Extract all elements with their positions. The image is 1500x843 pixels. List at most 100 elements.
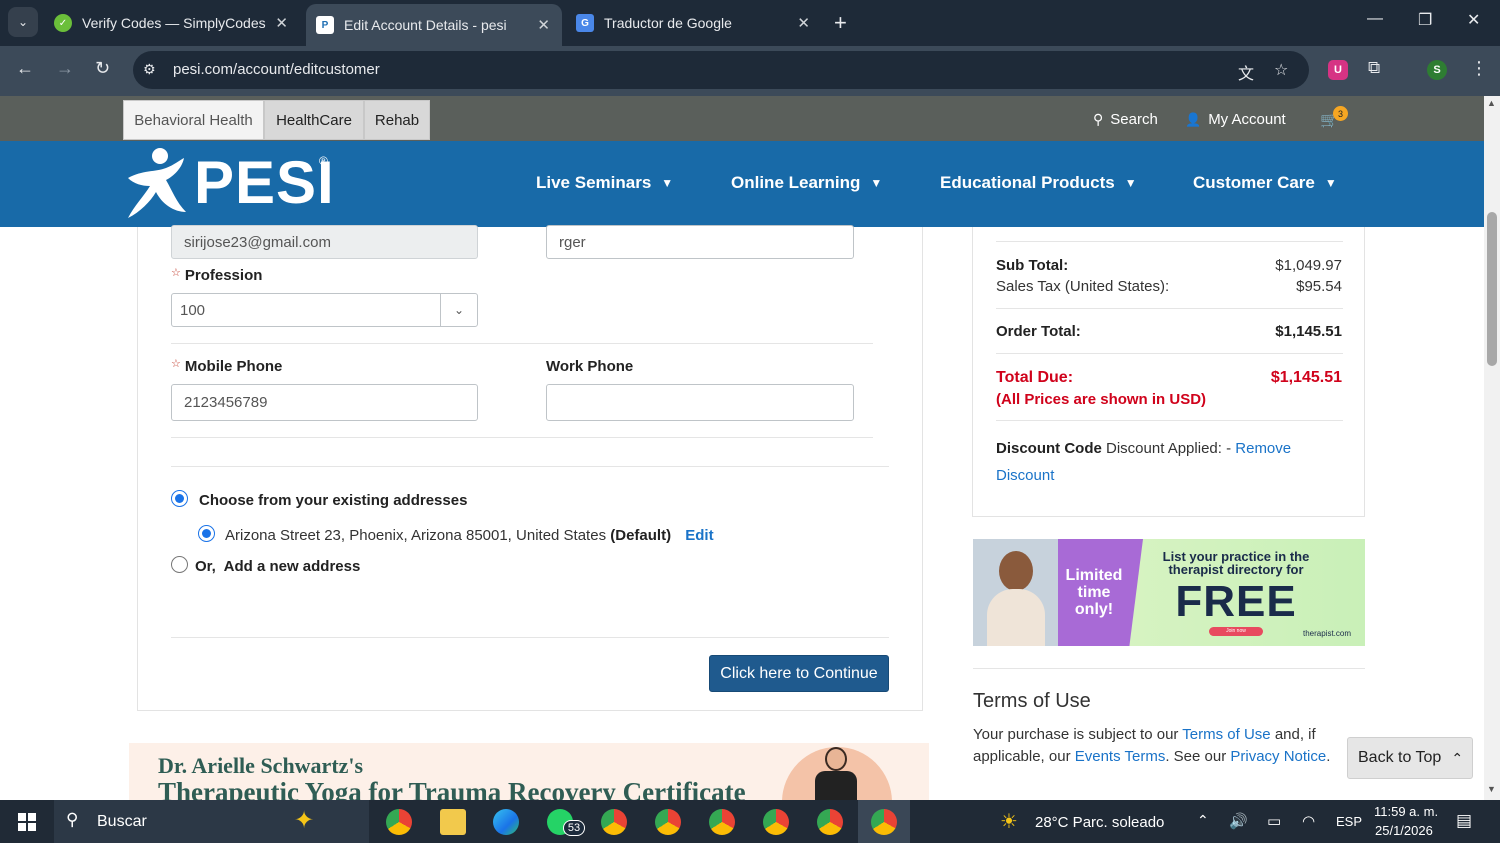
minimize-icon[interactable]: — (1367, 10, 1383, 28)
tab-rehab[interactable]: Rehab (364, 100, 430, 140)
terms-text: Your purchase is subject to our Terms of… (973, 726, 1331, 765)
chrome-profile-icon[interactable] (817, 809, 843, 835)
close-tab-icon[interactable]: ✕ (275, 14, 288, 32)
required-star-icon: ☆ (171, 358, 181, 370)
terms-of-use-link[interactable]: Terms of Use (1182, 726, 1270, 743)
edge-icon[interactable] (493, 809, 519, 835)
close-tab-icon[interactable]: ✕ (797, 14, 810, 32)
chrome-profile-icon[interactable] (709, 809, 735, 835)
extensions-puzzle-icon[interactable]: ⧉ (1368, 58, 1380, 78)
site-settings-icon[interactable]: ⚙ (143, 61, 156, 78)
promo-limited-text: Limited time only! (1065, 567, 1123, 618)
add-new-address-label: Or, Add a new address (195, 558, 361, 575)
clock-date[interactable]: 25/1/2026 (1375, 823, 1433, 838)
divider (171, 437, 873, 438)
continue-button[interactable]: Click here to Continue (709, 655, 889, 692)
forward-arrow-icon[interactable]: → (56, 58, 74, 79)
wifi-icon[interactable]: ◠ (1302, 812, 1315, 830)
translate-icon[interactable]: 文 (1238, 60, 1254, 84)
chrome-icon[interactable] (386, 809, 412, 835)
tab-google-translate[interactable]: G Traductor de Google ✕ (566, 6, 822, 40)
main-navigation: PESI ® Live Seminars ▼ Online Learning ▼ E… (0, 141, 1484, 227)
notifications-icon[interactable]: ▤ (1456, 811, 1472, 831)
nav-online-learning[interactable]: Online Learning ▼ (731, 173, 882, 193)
close-window-icon[interactable]: ✕ (1467, 10, 1480, 30)
new-tab-button[interactable]: + (834, 10, 847, 36)
chrome-profile-icon[interactable] (655, 809, 681, 835)
pesi-logo[interactable]: PESI ® (122, 146, 334, 222)
promo-brand: therapist.com (1303, 629, 1352, 638)
tab-simplycodes[interactable]: ✓ Verify Codes — SimplyCodes ✕ (44, 6, 300, 40)
search-link[interactable]: ⚲ Search (1093, 111, 1158, 128)
tab-edit-account[interactable]: P Edit Account Details - pesi ✕ (306, 4, 562, 46)
chrome-profile-icon[interactable] (871, 809, 897, 835)
chrome-profile-icon[interactable] (601, 809, 627, 835)
edit-address-link[interactable]: Edit (685, 527, 713, 544)
chevron-up-icon[interactable]: ⌃ (1197, 812, 1209, 829)
back-arrow-icon[interactable]: ← (16, 58, 34, 79)
address-radio[interactable] (198, 525, 215, 542)
profession-label: ☆ Profession (171, 267, 263, 284)
windows-start-icon[interactable] (18, 813, 36, 831)
cart-count-badge: 3 (1333, 106, 1348, 121)
address-bar[interactable]: ⚙ pesi.com/account/editcustomer 文 ☆ (133, 51, 1309, 89)
chrome-profile-icon[interactable] (763, 809, 789, 835)
back-to-top-button[interactable]: Back to Top ⌃ (1347, 737, 1473, 779)
browser-tab-bar: ⌄ ✓ Verify Codes — SimplyCodes ✕ P Edit … (0, 0, 1500, 46)
choose-existing-radio[interactable] (171, 490, 188, 507)
url-text: pesi.com/account/editcustomer (173, 61, 380, 78)
mobile-phone-field[interactable]: 2123456789 (171, 384, 478, 421)
banner-title: Therapeutic Yoga for Trauma Recovery Cer… (158, 777, 746, 800)
terms-title: Terms of Use (973, 690, 1091, 712)
bookmark-star-icon[interactable]: ☆ (1274, 60, 1288, 80)
privacy-notice-link[interactable]: Privacy Notice (1230, 748, 1326, 765)
close-tab-icon[interactable]: ✕ (537, 16, 550, 34)
scrollbar-thumb[interactable] (1487, 212, 1497, 366)
weather-text[interactable]: 28°C Parc. soleado (1035, 814, 1164, 831)
mobile-phone-label: ☆ Mobile Phone (171, 358, 283, 375)
text-field[interactable]: rger (546, 225, 854, 259)
divider (171, 466, 889, 467)
restore-icon[interactable]: ❐ (1418, 10, 1432, 30)
nav-live-seminars[interactable]: Live Seminars ▼ (536, 173, 673, 193)
reload-icon[interactable]: ↻ (95, 58, 110, 79)
chevron-down-icon: ▼ (1124, 176, 1137, 190)
subtotal-label: Sub Total: (996, 257, 1069, 274)
profile-avatar[interactable]: S (1427, 60, 1447, 80)
add-new-address-radio[interactable] (171, 556, 188, 573)
events-terms-link[interactable]: Events Terms (1075, 748, 1166, 765)
battery-icon[interactable]: ▭ (1267, 812, 1281, 830)
page-scrollbar[interactable]: ▲ ▼ (1484, 96, 1500, 800)
copilot-sparkle-icon: ✦ (294, 807, 315, 834)
file-explorer-icon[interactable] (440, 809, 466, 835)
profession-select[interactable]: 100 ⌄ (171, 293, 478, 327)
shield-extension-icon[interactable]: U (1328, 60, 1348, 80)
language-indicator[interactable]: ESP (1336, 814, 1362, 829)
email-field[interactable]: sirijose23@gmail.com (171, 225, 478, 259)
nav-educational-products[interactable]: Educational Products ▼ (940, 173, 1137, 193)
required-star-icon: ☆ (171, 267, 181, 279)
promo-join-button[interactable]: Join now (1209, 627, 1263, 636)
tab-title: Traductor de Google (604, 15, 732, 31)
clock-time[interactable]: 11:59 a. m. (1374, 804, 1438, 819)
therapist-directory-promo[interactable]: Limited time only! List your practice in… (973, 539, 1365, 646)
browser-menu-icon[interactable]: ⋮ (1470, 58, 1488, 79)
banner-person-head (825, 747, 847, 771)
tab-healthcare[interactable]: HealthCare (264, 100, 364, 140)
site-top-bar: Behavioral Health HealthCare Rehab ⚲ Sea… (0, 96, 1484, 141)
my-account-link[interactable]: 👤 My Account (1185, 111, 1286, 128)
simplycodes-icon: ✓ (54, 14, 72, 32)
taskbar-search-box[interactable]: ⚲ Buscar ✦ (54, 800, 369, 843)
nav-customer-care[interactable]: Customer Care ▼ (1193, 173, 1337, 193)
tax-value: $95.54 (1296, 278, 1342, 295)
tab-search-menu-button[interactable]: ⌄ (8, 7, 38, 37)
work-phone-field[interactable] (546, 384, 854, 421)
volume-icon[interactable]: 🔊 (1229, 812, 1248, 830)
scroll-up-icon[interactable]: ▲ (1487, 98, 1496, 108)
chevron-down-icon: ▼ (870, 176, 883, 190)
browser-toolbar: ← → ↻ ⚙ pesi.com/account/editcustomer 文 … (0, 46, 1500, 96)
tab-behavioral-health[interactable]: Behavioral Health (123, 100, 264, 140)
pesi-icon: P (316, 16, 334, 34)
scroll-down-icon[interactable]: ▼ (1487, 784, 1496, 794)
yoga-certificate-banner[interactable]: Dr. Arielle Schwartz's Therapeutic Yoga … (129, 743, 929, 800)
